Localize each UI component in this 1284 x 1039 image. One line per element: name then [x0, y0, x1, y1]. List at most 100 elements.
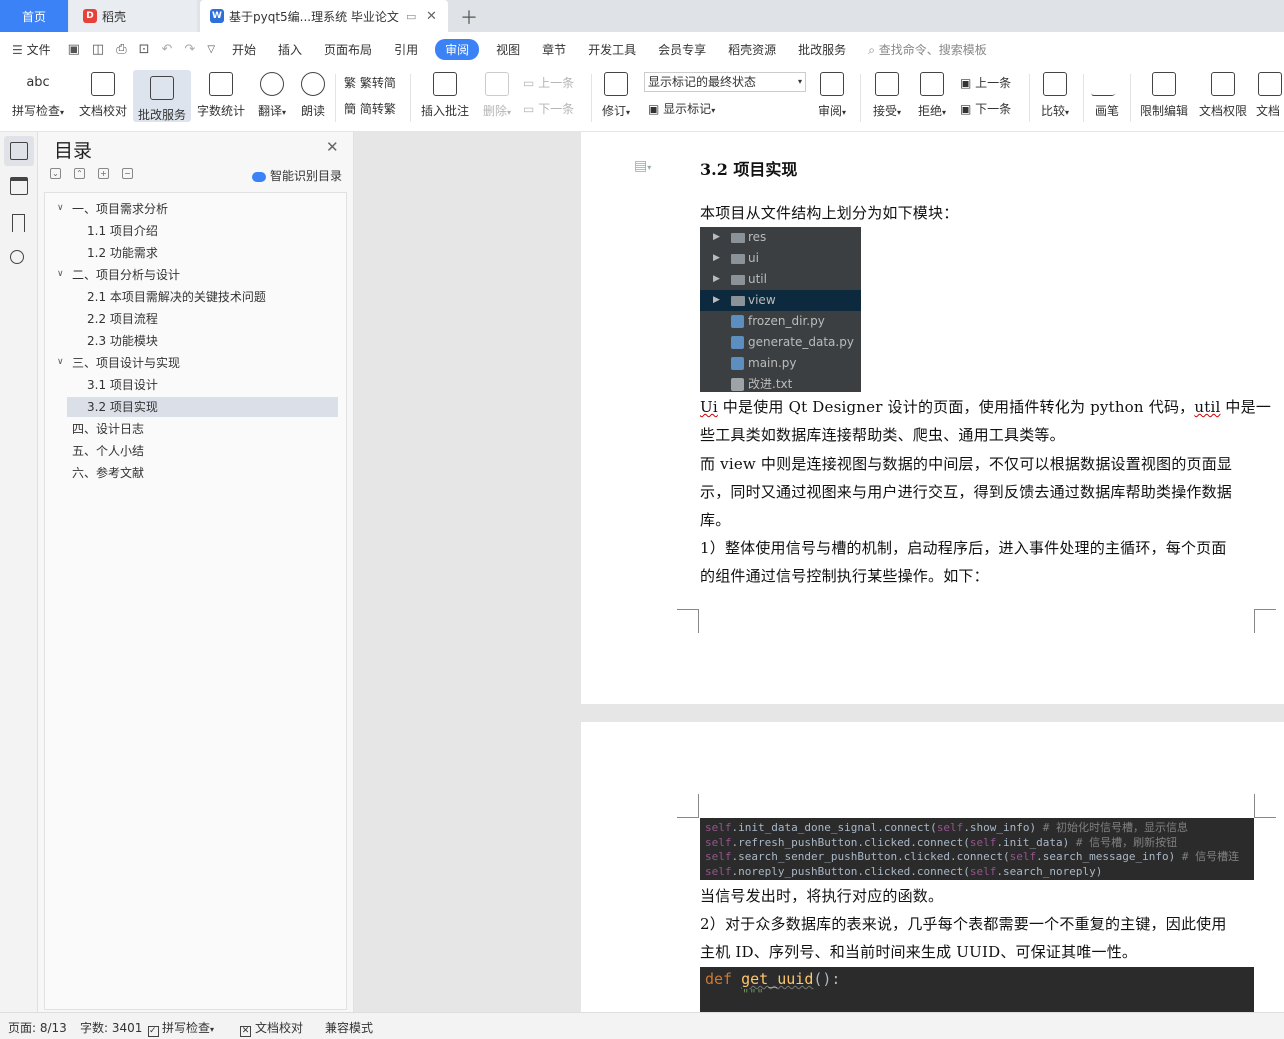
- chevron-down-icon[interactable]: ∨: [57, 269, 64, 279]
- toc-item[interactable]: 四、设计日志: [72, 419, 144, 439]
- spell-error-word[interactable]: Ui: [700, 398, 718, 416]
- word-count-button[interactable]: 字数统计: [195, 70, 247, 119]
- reject-icon: [920, 72, 944, 96]
- title-bar: 首页 D 稻壳 W 基于pyqt5编...理系统 毕业论文 ▭ ✕ ＋: [0, 0, 1284, 32]
- toc-item[interactable]: 3.1 项目设计: [87, 375, 158, 395]
- export-icon[interactable]: ◫: [86, 42, 110, 57]
- menu-reference[interactable]: 引用: [383, 41, 429, 58]
- code-token: self: [705, 850, 732, 863]
- toc-item[interactable]: 2.3 功能模块: [87, 331, 158, 351]
- word-count[interactable]: 字数: 3401: [80, 1019, 142, 1036]
- plus-icon[interactable]: +: [98, 168, 109, 179]
- insert-comment-button[interactable]: 插入批注: [419, 70, 471, 119]
- toc-item[interactable]: 2.1 本项目需解决的关键技术问题: [87, 287, 266, 307]
- close-tab-icon[interactable]: ✕: [426, 9, 437, 24]
- menu-insert[interactable]: 插入: [267, 41, 313, 58]
- revise-button[interactable]: 修订▾: [598, 70, 634, 119]
- doc-permission-button[interactable]: 文档权限: [1197, 70, 1249, 119]
- redo-icon[interactable]: ↷: [178, 42, 201, 57]
- menu-review-service[interactable]: 批改服务: [787, 41, 857, 58]
- navigation-icon[interactable]: [10, 177, 28, 195]
- spell-error-word[interactable]: util: [1194, 398, 1220, 416]
- review-pane-button[interactable]: 审阅▾: [813, 70, 851, 119]
- read-aloud-button[interactable]: 朗读: [298, 70, 328, 119]
- show-marks-button[interactable]: ▣ 显示标记▾: [648, 100, 715, 117]
- pen-button[interactable]: 画笔: [1090, 70, 1124, 119]
- reject-button[interactable]: 拒绝▾: [913, 70, 951, 119]
- toc-item[interactable]: 1.2 功能需求: [87, 243, 158, 263]
- doc-more-label: 文档: [1256, 104, 1281, 118]
- simp-to-trad-button[interactable]: 簡 简转繁: [344, 100, 396, 117]
- menu-review[interactable]: 审阅: [435, 38, 480, 60]
- toc-item[interactable]: 二、项目分析与设计: [72, 265, 180, 285]
- bookmark-icon[interactable]: [12, 214, 25, 232]
- search-icon[interactable]: [10, 250, 24, 264]
- menu-devtools[interactable]: 开发工具: [577, 41, 647, 58]
- page-indicator[interactable]: 页面: 8/13: [8, 1019, 67, 1036]
- undo-icon[interactable]: ↶: [156, 42, 179, 57]
- status-spell-check[interactable]: ✓ 拼写检查▾: [148, 1019, 214, 1037]
- save-icon[interactable]: ▣: [62, 42, 86, 57]
- review-service-button[interactable]: 批改服务: [133, 70, 191, 122]
- spell-check-button[interactable]: abc 拼写检查▾: [8, 70, 68, 119]
- toc-title: 目录: [54, 140, 93, 162]
- chevron-down-icon[interactable]: ∨: [57, 357, 64, 367]
- next-comment-button[interactable]: ▭ 下一条: [523, 100, 574, 117]
- code-token: .search_message_info): [1036, 850, 1182, 863]
- doc-more-button[interactable]: 文档: [1256, 70, 1284, 119]
- status-proofread[interactable]: ✕ 文档校对: [240, 1019, 303, 1037]
- collapse-icon[interactable]: ⌄: [50, 168, 61, 179]
- tab-daoke[interactable]: D 稻壳: [69, 0, 197, 32]
- expand-up-icon[interactable]: ⌃: [74, 168, 85, 179]
- accept-button[interactable]: 接受▾: [868, 70, 906, 119]
- menu-start[interactable]: 开始: [221, 41, 267, 58]
- trad-to-simp-button[interactable]: 繁 繁转简: [344, 74, 396, 91]
- ribbon: abc 拼写检查▾ 文档校对 批改服务 字数统计 翻译▾ 朗读 繁 繁转简 簡 …: [0, 66, 1284, 132]
- chevron-down-icon[interactable]: ▽: [201, 44, 221, 55]
- smart-icon: [252, 171, 266, 182]
- toc-item[interactable]: 3.2 项目实现: [67, 397, 338, 417]
- next-comment-label: 下一条: [538, 102, 575, 116]
- close-icon[interactable]: ✕: [326, 138, 339, 156]
- toc-item[interactable]: 六、参考文献: [72, 463, 144, 483]
- prev-comment-button[interactable]: ▭ 上一条: [523, 74, 574, 91]
- menu-member[interactable]: 会员专享: [647, 41, 717, 58]
- revise-icon: [604, 72, 628, 96]
- menu-view[interactable]: 视图: [485, 41, 531, 58]
- pin-icon[interactable]: ▭: [406, 10, 416, 23]
- print-icon[interactable]: ⎙: [110, 42, 132, 57]
- toc-item[interactable]: 五、个人小结: [72, 441, 144, 461]
- menu-daoke-res[interactable]: 稻壳资源: [717, 41, 787, 58]
- toc-icon[interactable]: [10, 142, 28, 160]
- toc-item[interactable]: 2.2 项目流程: [87, 309, 158, 329]
- document-canvas[interactable]: ▤▾ 3.2 项目实现 本项目从文件结构上划分为如下模块： ▶ res ▶ ui ▶ ut…: [354, 132, 1284, 1012]
- toc-item[interactable]: 1.1 项目介绍: [87, 221, 158, 241]
- tab-home-label: 首页: [21, 9, 46, 24]
- search-icon: ⌕: [868, 42, 879, 57]
- proofread-button[interactable]: 文档校对: [76, 70, 130, 119]
- menu-layout[interactable]: 页面布局: [313, 41, 383, 58]
- menu-chapter[interactable]: 章节: [531, 41, 577, 58]
- menu-file[interactable]: ☰ 文件: [0, 41, 62, 58]
- minus-icon[interactable]: −: [122, 168, 133, 179]
- print-preview-icon[interactable]: ⊡: [133, 42, 156, 57]
- new-tab-icon[interactable]: ＋: [460, 4, 478, 30]
- chevron-down-icon[interactable]: ∨: [57, 203, 64, 213]
- document-icon[interactable]: ▤▾: [634, 158, 651, 174]
- toc-item[interactable]: 三、项目设计与实现: [72, 353, 180, 373]
- delete-comment-button[interactable]: 删除▾: [478, 70, 516, 119]
- command-search[interactable]: ⌕ 查找命令、搜索模板: [857, 41, 998, 58]
- tab-document[interactable]: W 基于pyqt5编...理系统 毕业论文 ▭ ✕: [200, 0, 448, 32]
- smart-toc-button[interactable]: 智能识别目录: [252, 167, 342, 184]
- file-name: generate_data.py: [748, 335, 854, 349]
- file-tree-row: generate_data.py: [700, 332, 861, 353]
- restrict-edit-button[interactable]: 限制编辑: [1138, 70, 1190, 119]
- text-run: 中是使用 Qt Designer 设计的页面，使用插件转化为 python 代码…: [717, 398, 1195, 416]
- compare-button[interactable]: 比较▾: [1036, 70, 1074, 119]
- tab-home[interactable]: 首页: [0, 0, 68, 32]
- prev-change-button[interactable]: ▣ 上一条: [960, 74, 1011, 91]
- next-change-button[interactable]: ▣ 下一条: [960, 100, 1011, 117]
- toc-item[interactable]: 一、项目需求分析: [72, 199, 168, 219]
- translate-button[interactable]: 翻译▾: [254, 70, 290, 119]
- mark-state-select[interactable]: 显示标记的最终状态 ▾: [644, 72, 806, 92]
